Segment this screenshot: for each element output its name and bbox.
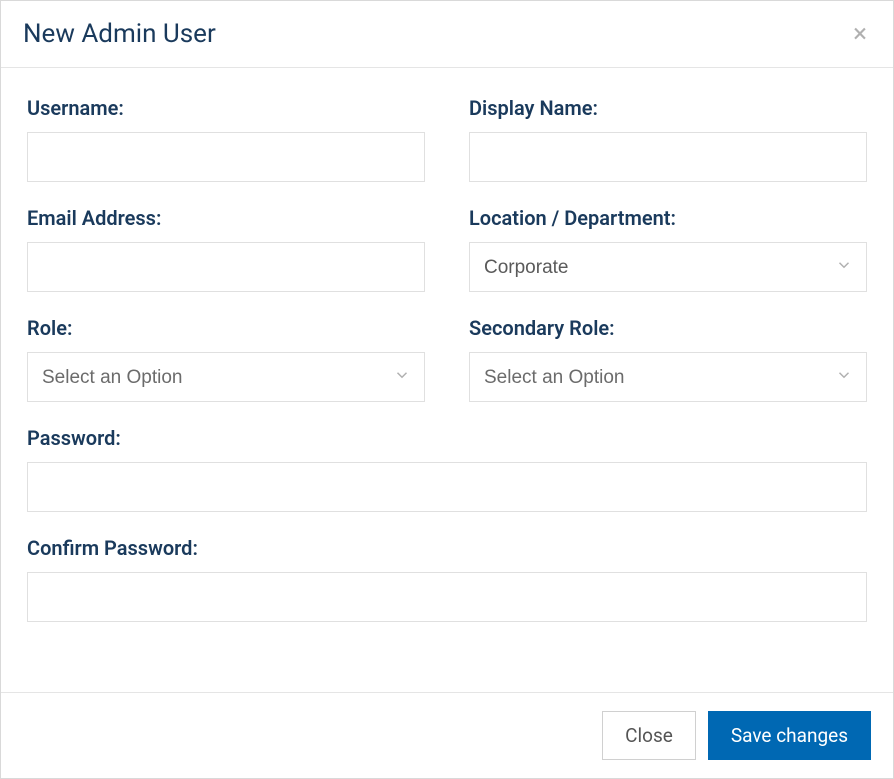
- secondary-role-label: Secondary Role:: [469, 316, 867, 340]
- secondary-role-select[interactable]: Select an Option: [469, 352, 867, 402]
- password-label: Password:: [27, 426, 867, 450]
- modal-header: New Admin User ×: [1, 1, 893, 68]
- password-input[interactable]: [27, 462, 867, 512]
- confirm-password-input[interactable]: [27, 572, 867, 622]
- display-name-label: Display Name:: [469, 96, 867, 120]
- email-label: Email Address:: [27, 206, 425, 230]
- username-input[interactable]: [27, 132, 425, 182]
- role-label: Role:: [27, 316, 425, 340]
- location-select[interactable]: Corporate: [469, 242, 867, 292]
- email-input[interactable]: [27, 242, 425, 292]
- role-select[interactable]: Select an Option: [27, 352, 425, 402]
- close-icon[interactable]: ×: [849, 17, 871, 51]
- confirm-password-label: Confirm Password:: [27, 536, 867, 560]
- modal-footer: Close Save changes: [1, 692, 893, 778]
- modal-title: New Admin User: [23, 19, 216, 49]
- modal-body: Username: Display Name: Email Address: L…: [1, 68, 893, 692]
- location-label: Location / Department:: [469, 206, 867, 230]
- display-name-input[interactable]: [469, 132, 867, 182]
- username-label: Username:: [27, 96, 425, 120]
- save-button[interactable]: Save changes: [708, 711, 871, 760]
- close-button[interactable]: Close: [602, 711, 696, 760]
- new-admin-user-modal: New Admin User × Username: Display Name:…: [0, 0, 894, 779]
